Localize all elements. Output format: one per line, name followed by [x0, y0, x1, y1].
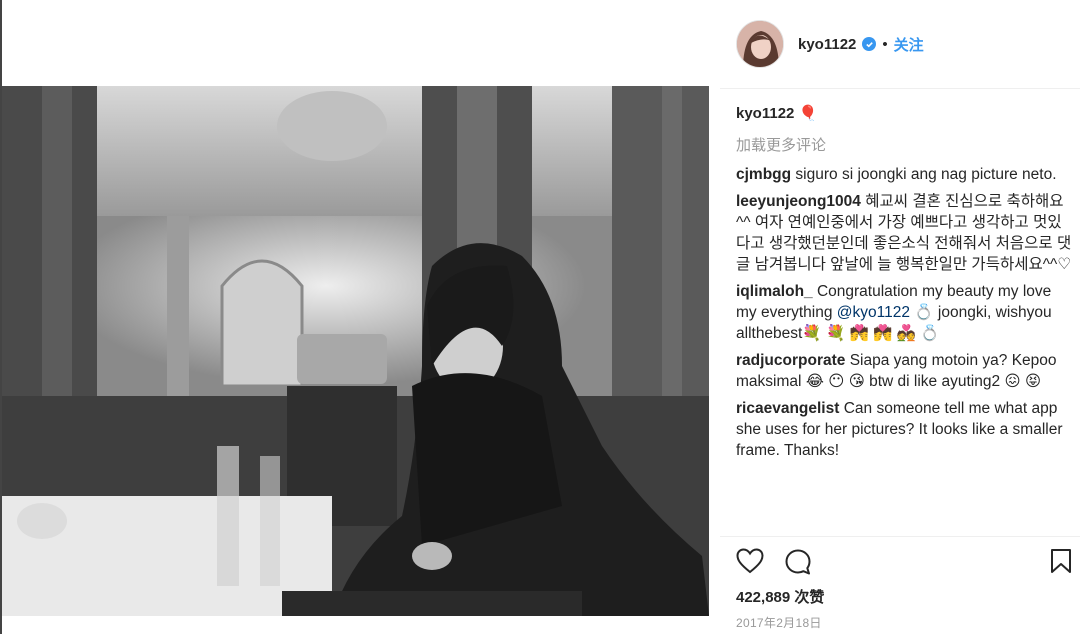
- avatar[interactable]: [736, 20, 784, 68]
- comment-username[interactable]: leeyunjeong1004: [736, 193, 861, 210]
- comment-username[interactable]: cjmbgg: [736, 166, 791, 183]
- header-divider: [720, 88, 1080, 89]
- post-side-panel: kyo1122 • 关注 kyo1122 🎈 加载更多评论 cjmbgg sig…: [720, 0, 1080, 634]
- comment-bubble-icon[interactable]: [784, 548, 812, 581]
- load-more-comments-button[interactable]: 加载更多评论: [736, 134, 826, 155]
- post-photo[interactable]: [2, 86, 709, 616]
- post-caption: kyo1122 🎈: [736, 104, 817, 122]
- comment-username[interactable]: ricaevangelist: [736, 400, 839, 417]
- follow-button[interactable]: 关注: [894, 34, 924, 55]
- bookmark-icon[interactable]: [1050, 548, 1072, 579]
- like-count[interactable]: 422,889 次赞: [736, 586, 824, 607]
- comment-item: radjucorporate Siapa yang motoin ya? Kep…: [736, 350, 1072, 392]
- post-header: kyo1122 • 关注: [736, 18, 924, 70]
- instagram-post-view: kyo1122 • 关注 kyo1122 🎈 加载更多评论 cjmbgg sig…: [0, 0, 1080, 634]
- action-bar: [736, 548, 1071, 579]
- comment-username[interactable]: iqlimaloh_: [736, 283, 813, 300]
- caption-username[interactable]: kyo1122: [736, 105, 794, 122]
- heart-icon[interactable]: [736, 548, 764, 579]
- comment-text: siguro si joongki ang nag picture neto.: [791, 166, 1057, 183]
- comment-item: leeyunjeong1004 혜교씨 결혼 진심으로 축하해요^^ 여자 연예…: [736, 191, 1072, 275]
- comment-username[interactable]: radjucorporate: [736, 352, 845, 369]
- verified-badge-icon: [862, 37, 877, 51]
- comment-item: ricaevangelist Can someone tell me what …: [736, 398, 1072, 461]
- separator-dot: •: [882, 35, 888, 53]
- caption-text: 🎈: [798, 105, 818, 122]
- comment-item: cjmbgg siguro si joongki ang nag picture…: [736, 164, 1072, 185]
- header-username[interactable]: kyo1122: [798, 36, 856, 53]
- comment-item: iqlimaloh_ Congratulation my beauty my l…: [736, 281, 1072, 344]
- post-date[interactable]: 2017年2月18日: [736, 614, 822, 631]
- comments-list: cjmbgg siguro si joongki ang nag picture…: [736, 164, 1072, 467]
- mention-link[interactable]: @kyo1122: [837, 304, 910, 321]
- actions-divider: [720, 536, 1080, 537]
